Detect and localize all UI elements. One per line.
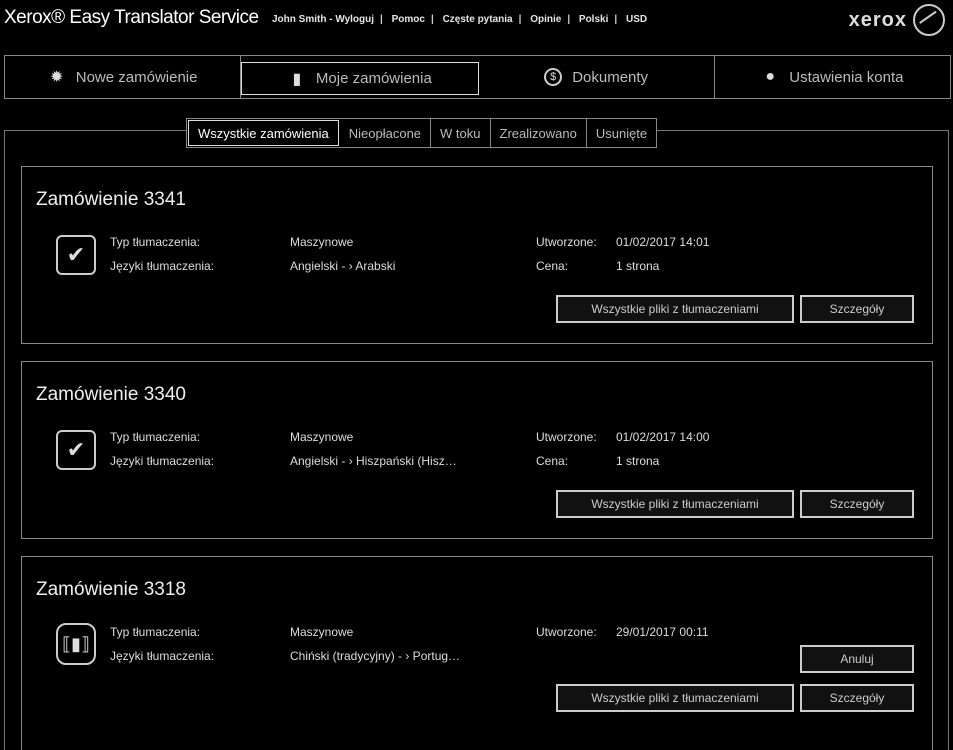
separator: |	[567, 14, 571, 25]
download-all-button[interactable]: Wszystkie pliki z tłumaczeniami	[556, 295, 794, 323]
user-logout-link[interactable]: John Smith - Wyloguj	[272, 14, 374, 25]
type-label: Typ tłumaczenia:	[110, 625, 201, 639]
separator: |	[380, 14, 383, 25]
languages-label: Języki tłumaczenia:	[110, 454, 215, 468]
order-card: Zamówienie 3340 ✔ Typ tłumaczenia: Maszy…	[21, 361, 933, 539]
separator: |	[614, 14, 618, 25]
languages-value: Chiński (tradycyjny) - › Portug…	[290, 649, 461, 663]
created-label: Utworzone:	[536, 430, 597, 444]
details-button[interactable]: Szczegóły	[800, 295, 914, 323]
checkmark-document-icon: ✔	[56, 430, 96, 470]
separator: |	[518, 14, 522, 25]
tab-account-settings[interactable]: ● Ustawienia konta	[715, 56, 950, 98]
order-title: Zamówienie 3318	[36, 579, 186, 600]
tab-new-order[interactable]: ✹ Nowe zamówienie	[5, 56, 242, 98]
tab-label: Dokumenty	[572, 68, 649, 86]
dollar-icon: $	[544, 68, 563, 86]
tab-my-orders[interactable]: ▮ Moje zamówienia	[241, 62, 479, 95]
languages-label: Języki tłumaczenia:	[110, 649, 215, 663]
tab-label: Moje zamówienia	[315, 70, 432, 87]
type-value: Maszynowe	[290, 235, 354, 249]
main-nav: ✹ Nowe zamówienie ▮ Moje zamówienia $ Do…	[4, 55, 951, 99]
order-title: Zamówienie 3340	[36, 384, 186, 405]
languages-label: Języki tłumaczenia:	[110, 259, 215, 273]
order-title: Zamówienie 3341	[36, 189, 186, 210]
order-card: Zamówienie 3318 ⟦▮⟧ Typ tłumaczenia: Mas…	[21, 556, 933, 750]
price-value: 1 strona	[616, 259, 660, 273]
languages-value: Angielski - › Hiszpański (Hisz…	[290, 454, 457, 468]
languages-value: Angielski - › Arabski	[290, 259, 396, 273]
gear-icon: ✹	[50, 69, 64, 86]
download-all-button[interactable]: Wszystkie pliki z tłumaczeniami	[556, 684, 794, 712]
user-icon: ●	[765, 68, 776, 85]
currency-link[interactable]: USD	[626, 14, 647, 25]
order-filters: Wszystkie zamówienia Nieopłacone W toku …	[186, 118, 658, 148]
tab-label: Nowe zamówienie	[75, 68, 198, 86]
details-button[interactable]: Szczegóły	[800, 684, 914, 712]
created-label: Utworzone:	[536, 235, 597, 249]
document-in-progress-icon: ⟦▮⟧	[56, 623, 96, 665]
feedback-link[interactable]: Opinie	[530, 14, 561, 25]
faq-link[interactable]: Częste pytania	[443, 14, 513, 25]
filter-deleted[interactable]: Usunięte	[587, 119, 656, 147]
app-title: Xerox® Easy Translator Service	[4, 7, 259, 28]
order-card: Zamówienie 3341 ✔ Typ tłumaczenia: Maszy…	[21, 166, 933, 344]
type-label: Typ tłumaczenia:	[110, 235, 201, 249]
tab-documents[interactable]: $ Dokumenty	[479, 56, 715, 98]
xerox-ball-icon	[913, 4, 945, 36]
created-value: 29/01/2017 00:11	[616, 625, 709, 639]
details-button[interactable]: Szczegóły	[800, 490, 914, 518]
cart-icon: ▮	[292, 70, 302, 88]
filter-unpaid[interactable]: Nieopłacone	[340, 119, 432, 147]
filter-in-progress[interactable]: W toku	[431, 119, 491, 147]
cancel-button[interactable]: Anuluj	[800, 645, 914, 673]
type-label: Typ tłumaczenia:	[110, 430, 201, 444]
created-value: 01/02/2017 14:00	[616, 430, 710, 444]
help-link[interactable]: Pomoc	[392, 14, 425, 25]
logo-text: xerox	[848, 8, 907, 31]
price-value: 1 strona	[616, 454, 660, 468]
type-value: Maszynowe	[290, 430, 354, 444]
filter-completed[interactable]: Zrealizowano	[491, 119, 587, 147]
created-value: 01/02/2017 14:01	[616, 235, 710, 249]
created-label: Utworzone:	[536, 625, 597, 639]
header-links: John Smith - Wyloguj | Pomoc | Częste pyta…	[272, 14, 653, 25]
app-header: Xerox® Easy Translator Service John Smit…	[0, 0, 953, 40]
tab-label: Ustawienia konta	[789, 68, 904, 86]
filter-all[interactable]: Wszystkie zamówienia	[188, 120, 339, 146]
language-link[interactable]: Polski	[579, 14, 608, 25]
download-all-button[interactable]: Wszystkie pliki z tłumaczeniami	[556, 490, 794, 518]
type-value: Maszynowe	[290, 625, 354, 639]
price-label: Cena:	[536, 454, 569, 468]
xerox-logo: xerox	[849, 4, 945, 36]
checkmark-document-icon: ✔	[56, 235, 96, 275]
price-label: Cena:	[536, 259, 569, 273]
separator: |	[430, 14, 434, 25]
